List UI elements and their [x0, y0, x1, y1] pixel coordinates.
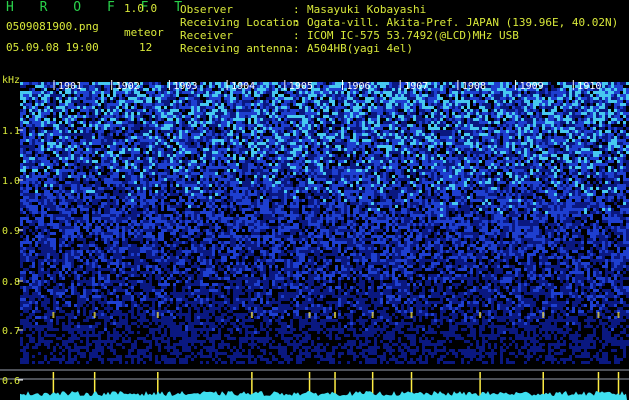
meteor-echo — [156, 312, 159, 318]
info-value: Masayuki Kobayashi — [307, 3, 427, 16]
meteor-echo — [334, 312, 337, 318]
file-name: 0509081900.png — [6, 20, 99, 33]
x-tick-label: 1904 — [231, 81, 255, 92]
meteor-echo — [410, 312, 413, 318]
info-value: Ogata-vill. Akita-Pref. JAPAN (139.96E, … — [307, 16, 619, 29]
y-axis-label: kHz — [2, 75, 20, 86]
meteor-label: meteor — [124, 26, 164, 39]
meteor-echo — [597, 312, 600, 318]
info-key: Receiving antenna — [180, 42, 293, 55]
info-value: ICOM IC-575 53.7492(@LCD)MHz USB — [307, 29, 519, 42]
x-tick-label: 1901 — [58, 81, 82, 92]
info-row-antenna: Receiving antenna: A504HB(yagi 4el) — [180, 42, 413, 55]
meteor-echo — [250, 312, 253, 318]
x-tick-label: 1907 — [404, 81, 428, 92]
y-tick-label: 0.8 — [2, 277, 20, 288]
spectrogram-chart: kHz 1.1 1.0 0.9 0.8 0.7 0.6 1901 1902 1903 1904 190… — [0, 72, 629, 400]
info-value: A504HB(yagi 4el) — [307, 42, 413, 55]
meteor-echo — [617, 312, 620, 318]
x-tick-label: 1910 — [577, 81, 601, 92]
x-tick-label: 1905 — [289, 81, 313, 92]
info-key: Receiver — [180, 29, 233, 42]
meteor-count: 12 — [139, 41, 153, 54]
x-tick-label: 1906 — [347, 81, 371, 92]
app-title: H R O F F T — [6, 0, 192, 15]
date-time: 05.09.08 19:00 — [6, 41, 99, 54]
y-tick-label: 0.7 — [2, 326, 20, 337]
meteor-echo — [308, 312, 311, 318]
meteor-echo — [52, 312, 55, 318]
info-row-location: Receiving Location: Ogata-vill. Akita-Pre… — [180, 16, 619, 29]
x-tick-label: 1909 — [520, 81, 544, 92]
info-key: Receiving Location — [180, 16, 300, 29]
x-tick-label: 1903 — [173, 81, 197, 92]
y-tick-label: 1.0 — [2, 176, 20, 187]
info-key: Observer — [180, 3, 233, 16]
header-panel: H R O F F T 1.0.0 0509081900.png meteor … — [0, 0, 629, 72]
app-version: 1.0.0 — [124, 2, 158, 15]
meteor-echo — [371, 312, 374, 318]
meteor-echo — [93, 312, 96, 318]
y-tick-label: 0.9 — [2, 226, 20, 237]
info-row-receiver: Receiver: ICOM IC-575 53.7492(@LCD)MHz US… — [180, 29, 519, 42]
meteor-echo — [542, 312, 545, 318]
y-tick-label: 0.6 — [2, 376, 20, 387]
y-tick-label: 1.1 — [2, 126, 20, 137]
info-row-observer: Observer: Masayuki Kobayashi — [180, 3, 427, 16]
x-tick-label: 1908 — [462, 81, 486, 92]
x-tick-label: 1902 — [116, 81, 140, 92]
meteor-echo — [479, 312, 482, 318]
